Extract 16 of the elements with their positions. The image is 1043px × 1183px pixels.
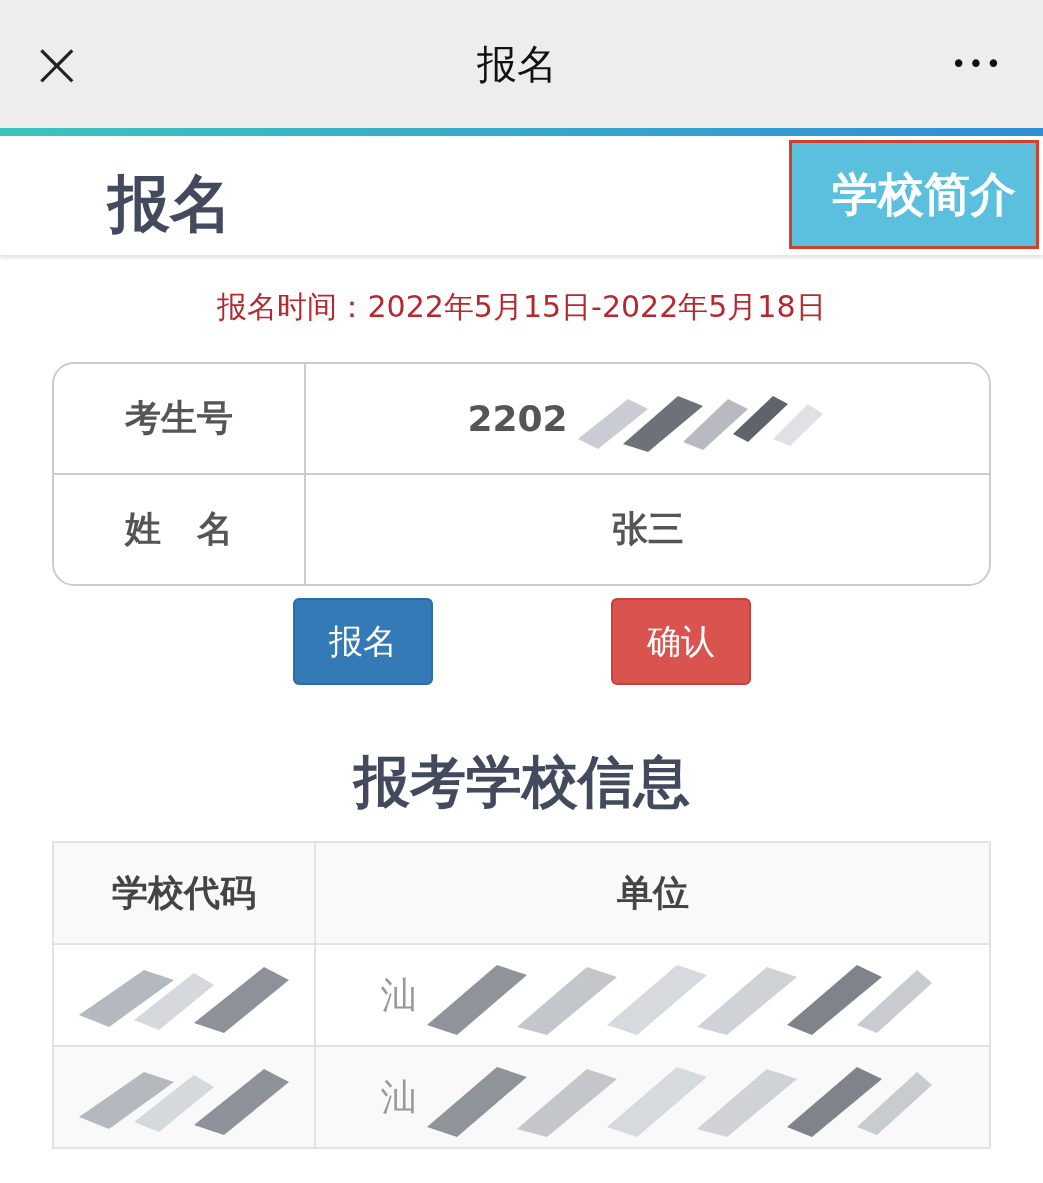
table-cell-text: 汕 <box>381 972 417 1017</box>
field-value: 张三 <box>611 507 684 551</box>
header-title: 报名 <box>105 165 232 242</box>
column-header: 单位 <box>615 870 690 915</box>
section-title: 报考学校信息 <box>351 748 691 816</box>
more-icon[interactable]: ••• <box>950 49 1003 79</box>
column-header: 学校代码 <box>54 843 316 943</box>
action-button[interactable]: 报名 <box>292 598 433 685</box>
close-icon[interactable]: × <box>30 32 84 96</box>
registration-period: 报名时间：2022年5月15日-2022年5月18日 <box>216 288 827 326</box>
field-value: 2202 <box>467 398 568 439</box>
page-title: 报名 <box>477 39 558 89</box>
table-cell-text: 汕 <box>381 1074 417 1119</box>
action-button[interactable]: 确认 <box>610 598 751 685</box>
field-label: 姓 名 <box>54 475 306 584</box>
field-label: 考生号 <box>54 364 306 473</box>
